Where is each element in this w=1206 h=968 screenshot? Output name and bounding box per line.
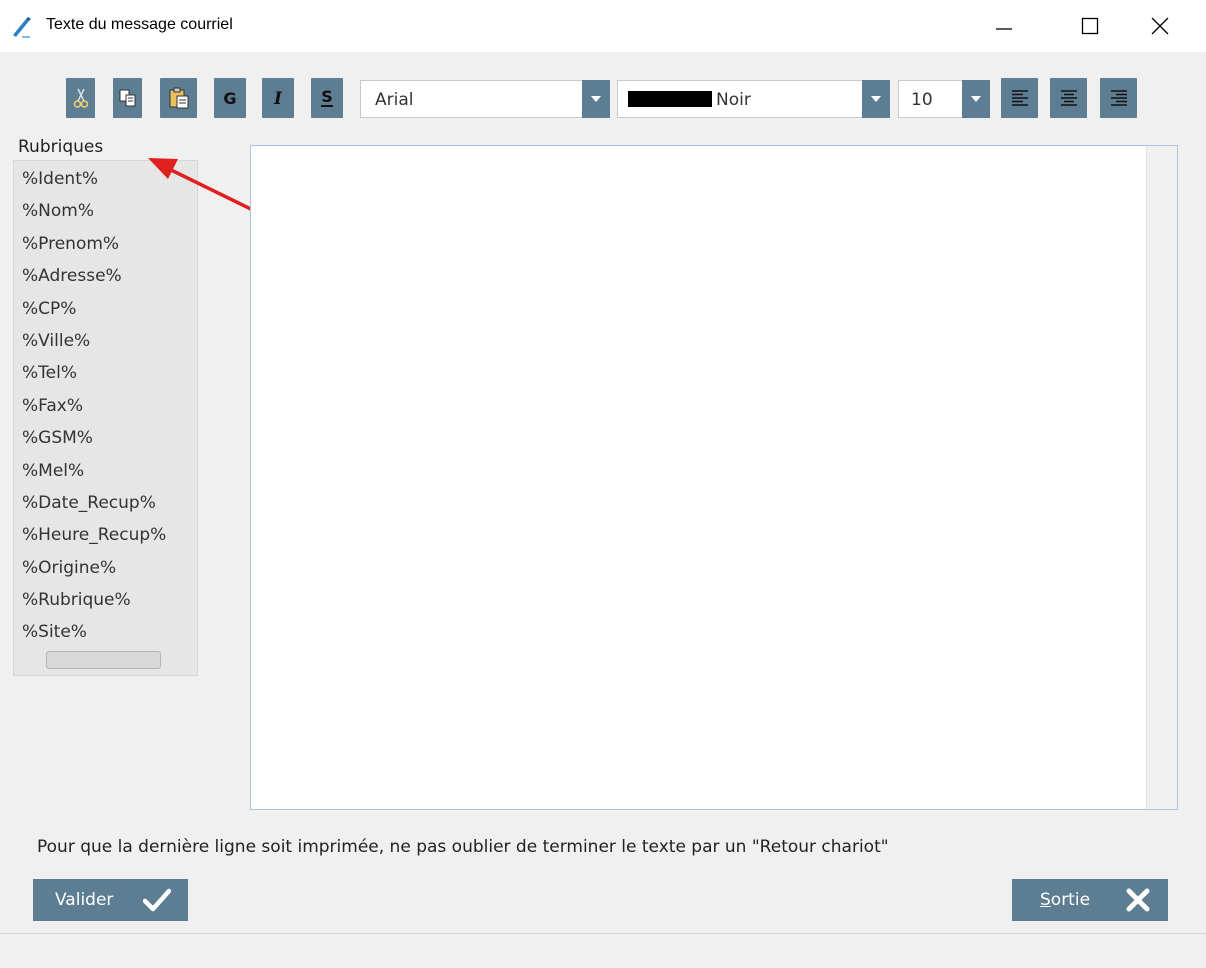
- message-editor[interactable]: [250, 145, 1178, 813]
- size-select[interactable]: 10: [898, 80, 990, 118]
- exit-label: Sortie: [1040, 890, 1091, 910]
- copy-icon: [119, 89, 135, 107]
- message-textarea[interactable]: [251, 146, 1150, 813]
- list-item[interactable]: %GSM%: [22, 422, 166, 454]
- chevron-down-icon: [871, 96, 881, 102]
- list-item[interactable]: %Fax%: [22, 390, 166, 422]
- list-item[interactable]: %Mel%: [22, 455, 166, 487]
- svg-text:G: G: [223, 89, 236, 108]
- close-button[interactable]: [1130, 0, 1190, 52]
- cut-button[interactable]: [66, 78, 95, 118]
- scissors-icon: [73, 88, 88, 108]
- font-dropdown-button[interactable]: [582, 80, 610, 118]
- color-select[interactable]: Noir: [617, 80, 890, 118]
- close-x-icon: [1126, 888, 1150, 917]
- svg-text:S: S: [321, 87, 333, 106]
- strikethrough-button[interactable]: S: [311, 78, 343, 118]
- list-item[interactable]: %CP%: [22, 293, 166, 325]
- copy-button[interactable]: [113, 78, 142, 118]
- title-bar: Texte du message courriel: [0, 0, 1206, 52]
- align-center-icon: [1060, 90, 1077, 106]
- chevron-down-icon: [591, 96, 601, 102]
- vertical-scrollbar[interactable]: [1146, 146, 1177, 809]
- paste-icon: [169, 87, 188, 109]
- list-item[interactable]: %Rubrique%: [22, 584, 166, 616]
- hint-text: Pour que la dernière ligne soit imprimée…: [37, 837, 889, 857]
- bold-icon: G: [223, 89, 236, 108]
- list-item[interactable]: %Ville%: [22, 325, 166, 357]
- close-icon: [1151, 17, 1169, 35]
- list-item[interactable]: %Adresse%: [22, 260, 166, 292]
- strikethrough-icon: S: [321, 87, 333, 107]
- align-right-icon: [1110, 90, 1127, 106]
- size-dropdown-button[interactable]: [962, 80, 990, 118]
- italic-button[interactable]: I: [262, 78, 294, 118]
- status-bar: [0, 933, 1206, 968]
- minimize-icon: [996, 28, 1012, 30]
- bold-button[interactable]: G: [214, 78, 246, 118]
- list-item[interactable]: %Heure_Recup%: [22, 519, 166, 551]
- list-item[interactable]: %Nom%: [22, 195, 166, 227]
- rubriques-label: Rubriques: [18, 137, 104, 157]
- horizontal-scrollbar[interactable]: [46, 651, 161, 669]
- check-icon: [142, 888, 172, 917]
- color-dropdown-button[interactable]: [862, 80, 890, 118]
- align-right-button[interactable]: [1100, 78, 1137, 118]
- validate-label: Valider: [55, 890, 114, 910]
- color-swatch: [628, 91, 712, 107]
- list-item[interactable]: %Origine%: [22, 552, 166, 584]
- pen-icon: [10, 15, 32, 39]
- font-select[interactable]: Arial: [360, 80, 610, 118]
- maximize-icon: [1081, 17, 1099, 35]
- align-left-icon: [1011, 90, 1028, 106]
- align-left-button[interactable]: [1001, 78, 1038, 118]
- list-item[interactable]: %Site%: [22, 616, 166, 648]
- paste-button[interactable]: [160, 78, 197, 118]
- list-item[interactable]: %Tel%: [22, 357, 166, 389]
- list-item[interactable]: %Prenom%: [22, 228, 166, 260]
- exit-button[interactable]: Sortie: [1012, 879, 1168, 921]
- maximize-button[interactable]: [1060, 0, 1120, 52]
- validate-button[interactable]: Valider: [33, 879, 188, 921]
- align-center-button[interactable]: [1050, 78, 1087, 118]
- chevron-down-icon: [971, 96, 981, 102]
- minimize-button[interactable]: [974, 0, 1034, 52]
- font-value: Arial: [375, 90, 414, 110]
- size-value: 10: [911, 90, 933, 110]
- italic-icon: I: [273, 89, 283, 108]
- rubriques-list[interactable]: %Ident% %Nom% %Prenom% %Adresse% %CP% %V…: [13, 160, 198, 676]
- window-title: Texte du message courriel: [46, 16, 233, 33]
- svg-text:I: I: [273, 89, 283, 108]
- list-item[interactable]: %Ident%: [22, 163, 166, 195]
- list-item[interactable]: %Date_Recup%: [22, 487, 166, 519]
- color-value: Noir: [716, 90, 751, 110]
